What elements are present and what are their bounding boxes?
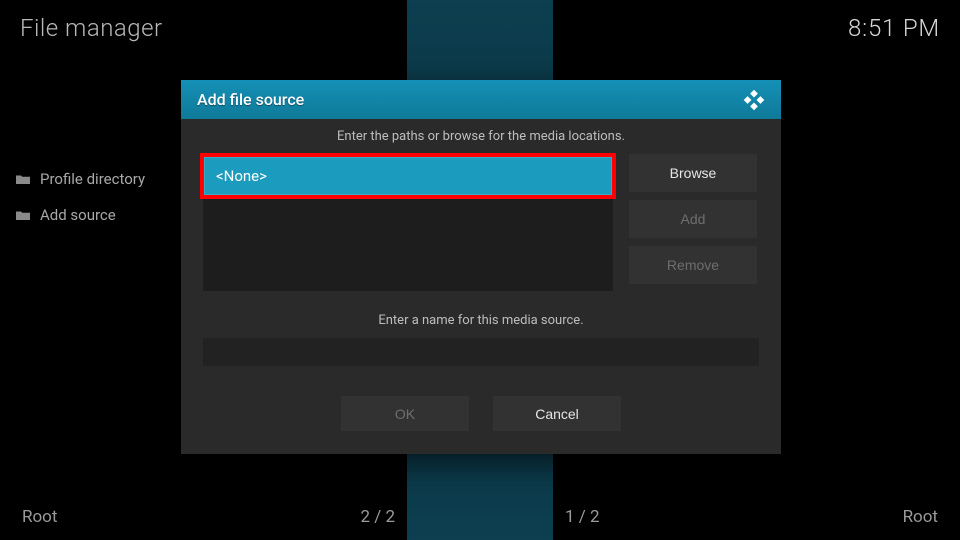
footer-bar: Root 2 / 2 1 / 2 Root — [0, 502, 960, 532]
page-title: File manager — [20, 14, 163, 42]
dialog-actions: OK Cancel — [203, 396, 759, 431]
left-sidebar: Profile directory Add source — [16, 170, 145, 224]
name-instruction-label: Enter a name for this media source. — [203, 313, 759, 328]
path-buttons-column: Browse Add Remove — [629, 154, 757, 284]
footer-left-root: Root — [22, 507, 57, 527]
sidebar-item-profile-directory[interactable]: Profile directory — [16, 170, 145, 188]
folder-icon — [16, 174, 30, 184]
path-entry-none[interactable]: <None> — [203, 156, 613, 196]
cancel-button[interactable]: Cancel — [493, 396, 621, 431]
dialog-titlebar: Add file source — [181, 80, 781, 119]
add-file-source-dialog: Add file source Enter the paths or brows… — [181, 80, 781, 454]
footer-counter-right: 1 / 2 — [565, 507, 600, 527]
kodi-logo-icon — [743, 89, 765, 111]
sidebar-item-label: Profile directory — [40, 170, 145, 188]
browse-button[interactable]: Browse — [629, 154, 757, 192]
footer-counter-left: 2 / 2 — [360, 507, 395, 527]
footer-right-root: Root — [903, 507, 938, 527]
top-header: File manager 8:51 PM — [0, 8, 960, 48]
paths-instruction-label: Enter the paths or browse for the media … — [203, 129, 759, 144]
paths-area: <None> Browse Add Remove — [203, 156, 759, 291]
folder-icon — [16, 210, 30, 220]
ok-button[interactable]: OK — [341, 396, 469, 431]
path-entry-label: <None> — [216, 167, 267, 185]
sidebar-item-add-source[interactable]: Add source — [16, 206, 145, 224]
remove-button[interactable]: Remove — [629, 246, 757, 284]
dialog-body: Enter the paths or browse for the media … — [181, 119, 781, 447]
paths-list: <None> — [203, 156, 613, 291]
sidebar-item-label: Add source — [40, 206, 116, 224]
add-button[interactable]: Add — [629, 200, 757, 238]
clock: 8:51 PM — [848, 14, 940, 42]
dialog-title: Add file source — [197, 90, 304, 109]
footer-center: 2 / 2 1 / 2 — [360, 507, 599, 527]
source-name-input[interactable] — [203, 338, 759, 366]
